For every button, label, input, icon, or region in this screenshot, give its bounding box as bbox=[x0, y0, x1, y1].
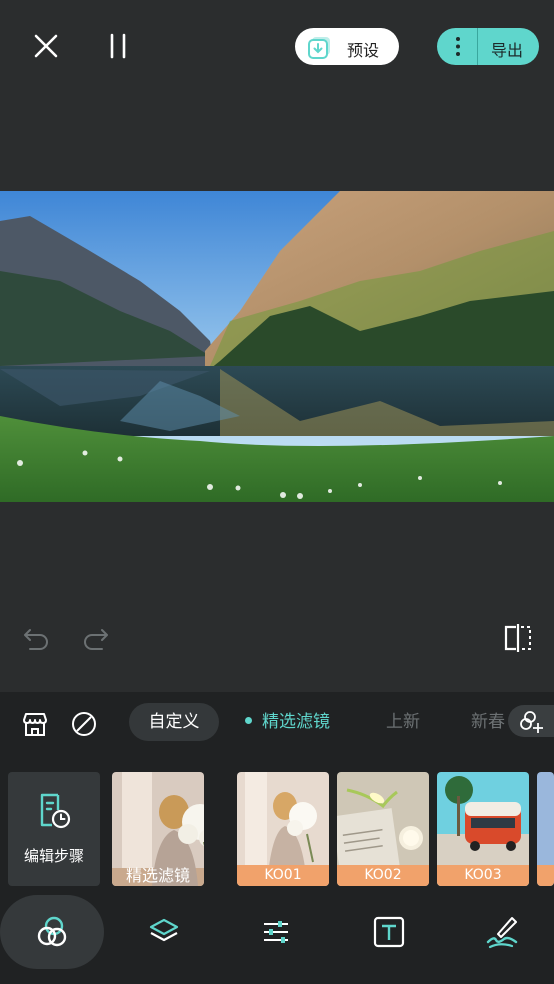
nav-text[interactable] bbox=[369, 912, 409, 952]
preset-download-icon bbox=[308, 37, 330, 59]
add-filter-button[interactable] bbox=[508, 705, 554, 737]
edit-steps-icon bbox=[40, 793, 71, 829]
landscape-image bbox=[0, 191, 554, 502]
text-icon bbox=[373, 916, 405, 948]
close-button[interactable] bbox=[28, 28, 64, 64]
filter-icon bbox=[37, 916, 67, 947]
tab-new[interactable]: 上新 bbox=[386, 703, 420, 741]
export-button[interactable]: 导出 bbox=[491, 37, 523, 61]
filter-preview-image bbox=[537, 772, 554, 886]
edit-steps-label: 编辑步骤 bbox=[23, 847, 84, 865]
store-icon bbox=[23, 713, 47, 736]
filter-caption: KO02 bbox=[337, 865, 429, 886]
tab-featured[interactable]: 精选滤镜 bbox=[245, 703, 330, 741]
filter-thumb-ko03[interactable]: KO03 bbox=[437, 772, 529, 886]
pause-button[interactable] bbox=[100, 28, 136, 64]
filter-store-button[interactable] bbox=[20, 709, 50, 739]
edit-steps-button[interactable]: 编辑步骤 bbox=[8, 772, 100, 886]
filter-thumb-next[interactable] bbox=[537, 772, 554, 886]
preset-button[interactable]: 预设 bbox=[295, 28, 399, 65]
layers-icon bbox=[149, 918, 179, 942]
nav-adjust[interactable] bbox=[256, 912, 296, 952]
more-button[interactable] bbox=[437, 28, 477, 65]
filter-thumb-featured[interactable]: 精选滤镜 bbox=[112, 772, 204, 886]
more-vertical-icon bbox=[456, 37, 460, 56]
no-filter-icon bbox=[72, 712, 96, 736]
undo-button[interactable] bbox=[20, 622, 52, 654]
filter-thumb-ko01[interactable]: KO01 bbox=[237, 772, 329, 886]
filter-caption: 精选滤镜 bbox=[125, 866, 190, 885]
redo-button[interactable] bbox=[80, 622, 112, 654]
pause-icon bbox=[110, 33, 126, 59]
brush-icon bbox=[486, 917, 518, 949]
filter-caption: KO01 bbox=[237, 865, 329, 886]
adjust-icon bbox=[264, 921, 288, 943]
close-icon bbox=[34, 34, 58, 58]
filter-thumb-ko02[interactable]: KO02 bbox=[337, 772, 429, 886]
no-filter-button[interactable] bbox=[69, 709, 99, 739]
filter-caption: KO03 bbox=[437, 865, 529, 886]
compare-button[interactable] bbox=[500, 620, 536, 656]
photo-preview[interactable] bbox=[0, 191, 554, 502]
nav-brush[interactable] bbox=[482, 912, 522, 952]
redo-icon bbox=[84, 629, 108, 650]
tab-spring[interactable]: 新春 bbox=[471, 703, 505, 741]
undo-icon bbox=[24, 629, 48, 650]
active-dot bbox=[245, 716, 252, 724]
export-group: 导出 bbox=[437, 28, 539, 65]
nav-filter[interactable] bbox=[0, 895, 104, 969]
add-filter-icon bbox=[520, 711, 543, 733]
nav-layers[interactable] bbox=[144, 912, 184, 952]
tab-custom[interactable]: 自定义 bbox=[129, 703, 219, 741]
divider bbox=[477, 28, 478, 65]
preset-label: 预设 bbox=[347, 41, 380, 60]
compare-icon bbox=[504, 624, 531, 652]
tab-featured-label: 精选滤镜 bbox=[262, 712, 330, 732]
